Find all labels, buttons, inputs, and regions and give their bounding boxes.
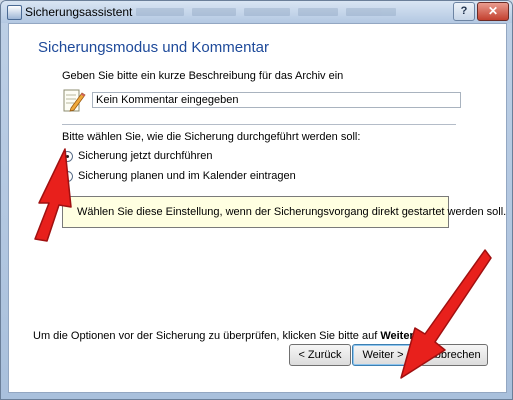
radio-run-now-label[interactable]: Sicherung jetzt durchführen xyxy=(78,150,213,162)
page-title: Sicherungsmodus und Kommentar xyxy=(38,39,269,56)
cancel-button[interactable]: Abbrechen xyxy=(420,344,488,366)
backup-wizard-window: Sicherungsassistent ? ✕ Sicherungsmodus … xyxy=(0,0,513,400)
separator xyxy=(62,124,456,126)
mode-label: Bitte wählen Sie, wie die Sicherung durc… xyxy=(62,131,361,143)
back-button[interactable]: < Zurück xyxy=(289,344,351,366)
footer-instruction: Um die Optionen vor der Sicherung zu übe… xyxy=(33,330,414,342)
description-label: Geben Sie bitte ein kurze Beschreibung f… xyxy=(62,70,344,82)
window-title: Sicherungsassistent xyxy=(25,5,133,19)
help-button[interactable]: ? xyxy=(453,2,475,21)
backup-app-icon xyxy=(7,5,22,20)
info-hint-box: Wählen Sie diese Einstellung, wenn der S… xyxy=(62,196,506,228)
radio-button-selected[interactable] xyxy=(62,151,73,162)
wizard-content: Sicherungsmodus und Kommentar Geben Sie … xyxy=(8,23,507,393)
comment-field[interactable] xyxy=(92,92,461,108)
footer-instruction-text: Um die Optionen vor der Sicherung zu übe… xyxy=(33,330,378,342)
title-bar[interactable]: Sicherungsassistent ? ✕ xyxy=(1,1,512,23)
close-button[interactable]: ✕ xyxy=(477,2,509,21)
note-pencil-icon xyxy=(63,89,86,112)
radio-button-unselected[interactable] xyxy=(62,171,73,182)
background-tabs-blur xyxy=(136,7,436,18)
next-button[interactable]: Weiter > xyxy=(352,344,414,366)
info-hint-text: Wählen Sie diese Einstellung, wenn der S… xyxy=(77,206,507,218)
footer-instruction-bold: Weiter xyxy=(380,330,414,342)
radio-schedule-label[interactable]: Sicherung planen und im Kalender eintrag… xyxy=(78,170,296,182)
